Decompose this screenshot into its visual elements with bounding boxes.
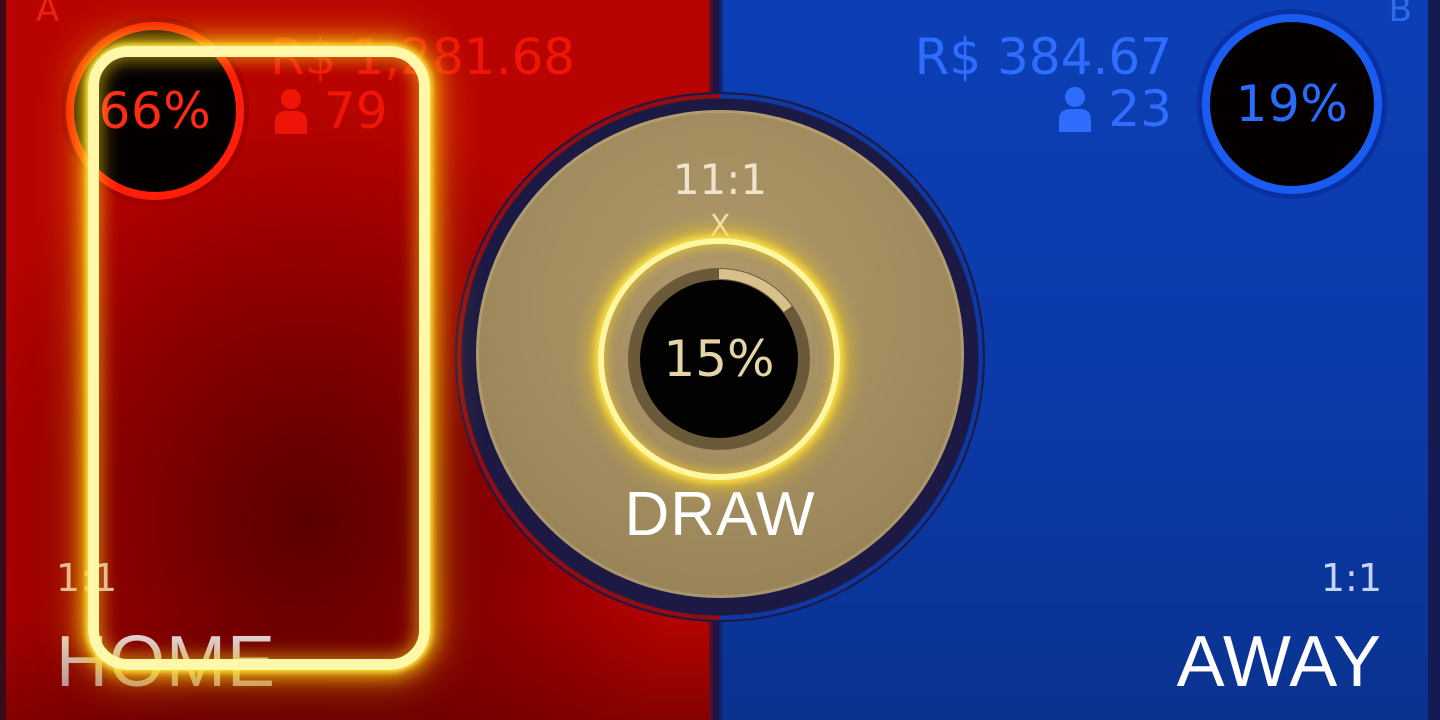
home-corner-letter: A — [36, 0, 60, 30]
home-player-count-value: 79 — [324, 82, 388, 140]
home-payout: 1:1 — [56, 556, 118, 600]
away-label: AWAY — [1176, 622, 1382, 702]
away-corner-letter: B — [1388, 0, 1412, 30]
home-player-count: 79 — [274, 82, 388, 140]
draw-label: DRAW — [624, 480, 816, 549]
home-bet-amount: R$ 1,281.68 — [270, 28, 576, 86]
away-payout: 1:1 — [1320, 556, 1382, 600]
away-player-count-value: 23 — [1108, 80, 1172, 138]
draw-payout: 11:1 — [672, 155, 768, 204]
draw-percent-badge: 15% — [640, 280, 798, 438]
home-label: HOME — [56, 622, 276, 702]
away-player-count: 23 — [1058, 80, 1172, 138]
away-bet-amount: R$ 384.67 — [914, 28, 1172, 86]
person-icon — [274, 88, 308, 134]
person-icon — [1058, 86, 1092, 132]
betting-board: A 66% R$ 1,281.68 79 1:1 HOME B 19% R$ 3… — [0, 0, 1440, 720]
